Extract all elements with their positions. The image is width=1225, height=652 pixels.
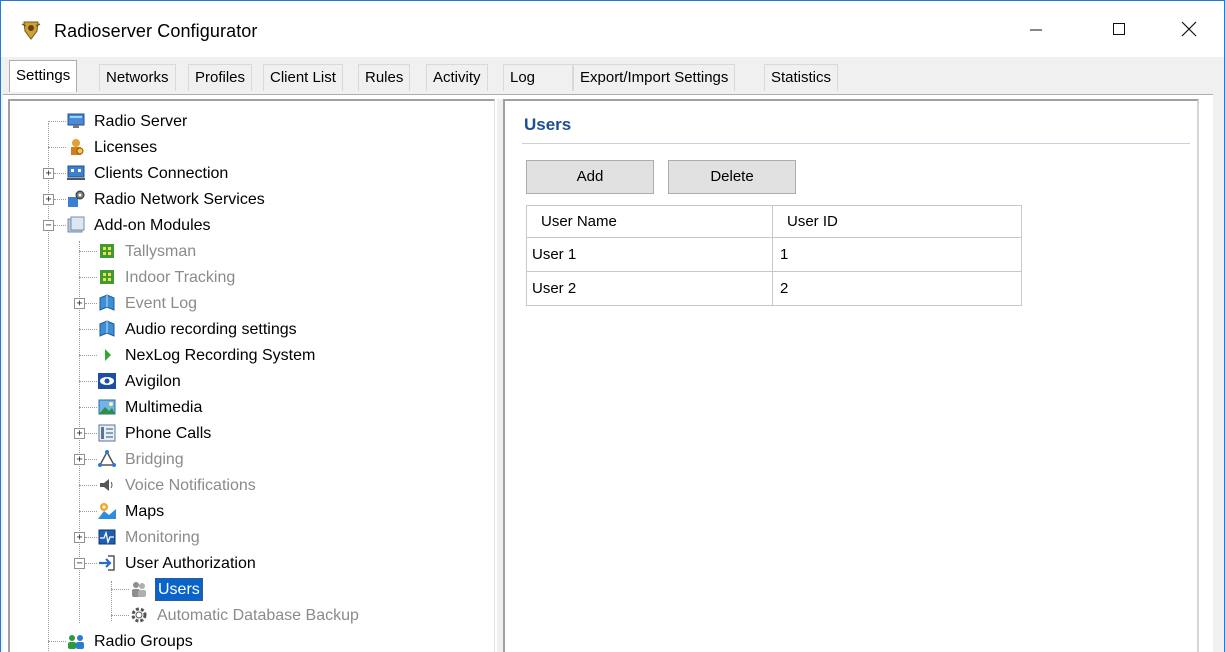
tab-rules[interactable]: Rules bbox=[358, 64, 411, 91]
column-header-user-id[interactable]: User ID bbox=[772, 205, 1022, 238]
tree-item-voice-notifications[interactable]: Voice Notifications bbox=[97, 472, 258, 498]
tree-item-radio-server[interactable]: Radio Server bbox=[66, 108, 189, 134]
tree-item-add-on-modules[interactable]: Add-on Modules bbox=[66, 212, 213, 238]
expand-icon[interactable]: + bbox=[74, 428, 85, 439]
table-row[interactable]: User 1 1 bbox=[526, 237, 1022, 272]
collapse-icon[interactable]: − bbox=[74, 558, 85, 569]
tab-log[interactable]: Log bbox=[503, 64, 573, 91]
tab-profiles[interactable]: Profiles bbox=[188, 64, 253, 91]
user-id-cell[interactable]: 2 bbox=[772, 271, 1022, 306]
minimize-button[interactable] bbox=[1006, 1, 1066, 57]
tree-item-user-authorization[interactable]: User Authorization bbox=[97, 550, 258, 576]
column-header-user-name[interactable]: User Name bbox=[526, 205, 773, 238]
close-icon bbox=[1181, 21, 1197, 37]
expand-icon[interactable]: + bbox=[43, 168, 54, 179]
tab-bar: Settings Networks Profiles Client List R… bbox=[1, 57, 1224, 95]
radio-services-icon bbox=[68, 190, 85, 207]
window-right-edge bbox=[1213, 94, 1224, 652]
tab-activity[interactable]: Activity bbox=[426, 64, 488, 91]
tab-export-import-settings[interactable]: Export/Import Settings bbox=[573, 64, 736, 91]
modules-icon bbox=[67, 216, 85, 233]
delete-user-button[interactable]: Delete bbox=[668, 160, 796, 194]
expand-icon[interactable]: + bbox=[74, 298, 85, 309]
tree-item-users[interactable]: Users bbox=[129, 576, 203, 602]
tree-item-maps[interactable]: Maps bbox=[97, 498, 166, 524]
users-panel: Users Add Delete User Name User ID User … bbox=[503, 99, 1199, 652]
tree-item-event-log[interactable]: Event Log bbox=[97, 290, 199, 316]
user-name-cell[interactable]: User 2 bbox=[526, 271, 773, 306]
tree-item-audio-recording-settings[interactable]: Audio recording settings bbox=[97, 316, 299, 342]
user-name-cell[interactable]: User 1 bbox=[526, 237, 773, 272]
maximize-icon bbox=[1113, 23, 1125, 35]
book-icon bbox=[99, 294, 115, 311]
monitor-icon bbox=[67, 113, 85, 128]
tree-item-avigilon[interactable]: Avigilon bbox=[97, 368, 183, 394]
app-window: Radioserver Configurator Settings Networ… bbox=[0, 0, 1225, 652]
tree-item-automatic-database-backup[interactable]: Automatic Database Backup bbox=[129, 602, 361, 628]
tree-item-radio-groups[interactable]: Radio Groups bbox=[66, 628, 195, 652]
chip-icon bbox=[100, 270, 114, 284]
group-icon bbox=[68, 635, 84, 649]
gear-icon bbox=[131, 607, 147, 623]
bridge-icon bbox=[98, 450, 116, 467]
users-section-title: Users bbox=[524, 115, 572, 134]
book-icon bbox=[99, 320, 115, 337]
speaker-icon bbox=[100, 479, 113, 491]
tree-item-multimedia[interactable]: Multimedia bbox=[97, 394, 204, 420]
users-table[interactable]: User Name User ID User 1 1 User 2 2 bbox=[526, 205, 1022, 306]
tab-client-list[interactable]: Client List bbox=[263, 64, 343, 91]
section-divider bbox=[522, 143, 1190, 144]
chip-icon bbox=[100, 244, 114, 258]
key-person-icon bbox=[71, 139, 84, 155]
settings-tree[interactable]: Radio Server Licenses + Clients Connecti… bbox=[8, 99, 495, 652]
expand-icon[interactable]: + bbox=[74, 454, 85, 465]
tab-settings[interactable]: Settings bbox=[9, 60, 78, 92]
minimize-icon bbox=[1030, 29, 1042, 31]
tree-item-tallysman[interactable]: Tallysman bbox=[97, 238, 198, 264]
table-header-row: User Name User ID bbox=[526, 205, 1022, 238]
network-icon bbox=[67, 165, 85, 180]
close-button[interactable] bbox=[1159, 1, 1219, 57]
add-user-button[interactable]: Add bbox=[526, 160, 654, 194]
phone-icon bbox=[98, 424, 116, 442]
monitor-wave-icon bbox=[98, 529, 116, 545]
tree-item-monitoring[interactable]: Monitoring bbox=[97, 524, 202, 550]
play-icon bbox=[105, 349, 111, 361]
eye-icon bbox=[98, 373, 116, 389]
tree-item-bridging[interactable]: Bridging bbox=[97, 446, 186, 472]
maximize-button[interactable] bbox=[1089, 1, 1149, 57]
map-icon bbox=[98, 503, 116, 519]
tree-item-phone-calls[interactable]: Phone Calls bbox=[97, 420, 213, 446]
app-icon bbox=[21, 21, 41, 40]
window-title: Radioserver Configurator bbox=[54, 21, 258, 41]
image-icon bbox=[98, 399, 116, 415]
title-bar: Radioserver Configurator bbox=[1, 1, 1224, 57]
expand-icon[interactable]: + bbox=[74, 532, 85, 543]
tree-item-nexlog-recording-system[interactable]: NexLog Recording System bbox=[97, 342, 317, 368]
tab-networks[interactable]: Networks bbox=[99, 64, 176, 91]
user-id-cell[interactable]: 1 bbox=[772, 237, 1022, 272]
collapse-icon[interactable]: − bbox=[43, 220, 54, 231]
settings-content: Radio Server Licenses + Clients Connecti… bbox=[3, 94, 1223, 652]
tree-item-licenses[interactable]: Licenses bbox=[66, 134, 159, 160]
login-arrow-icon bbox=[99, 555, 115, 571]
tree-item-indoor-tracking[interactable]: Indoor Tracking bbox=[97, 264, 237, 290]
users-icon bbox=[132, 582, 146, 597]
tree-item-clients-connection[interactable]: Clients Connection bbox=[66, 160, 230, 186]
tab-statistics[interactable]: Statistics bbox=[764, 64, 839, 91]
table-row[interactable]: User 2 2 bbox=[526, 271, 1022, 306]
expand-icon[interactable]: + bbox=[43, 194, 54, 205]
tree-item-radio-network-services[interactable]: Radio Network Services bbox=[66, 186, 267, 212]
